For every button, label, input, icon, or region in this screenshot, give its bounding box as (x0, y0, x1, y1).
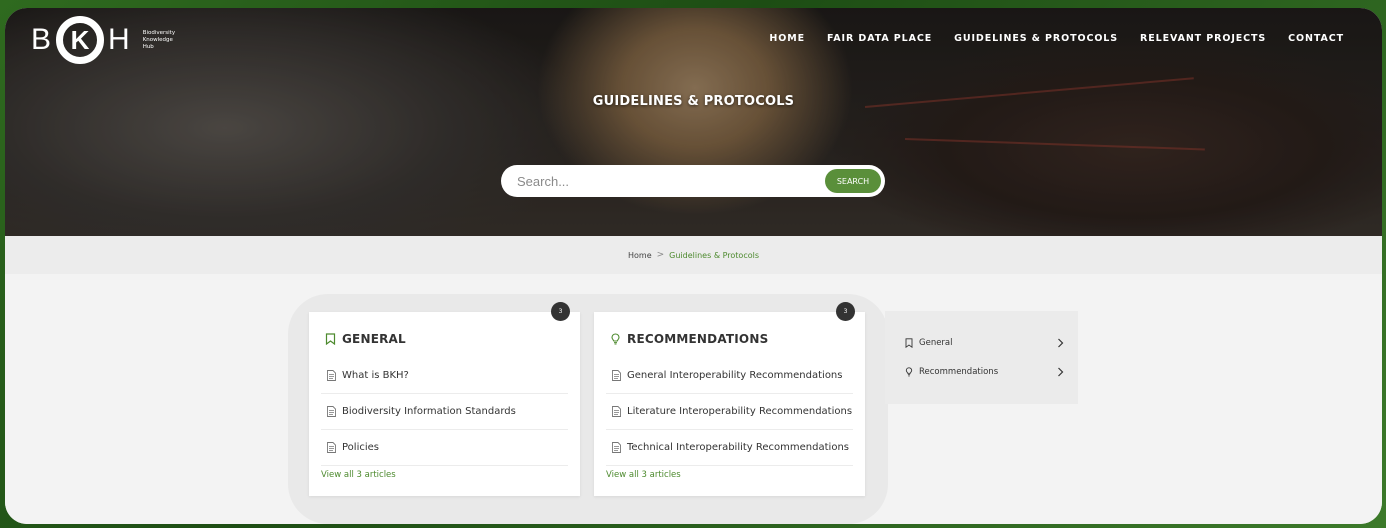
tagline-line: Hub (142, 43, 154, 50)
bookmark-icon (905, 338, 913, 348)
breadcrumb-current: Guidelines & Protocols (669, 250, 759, 260)
breadcrumb: Home > Guidelines & Protocols (5, 236, 1382, 274)
article-item[interactable]: Technical Interoperability Recommendatio… (606, 430, 853, 466)
logo-tagline: Biodiversity Knowledge Hub (143, 30, 193, 51)
breadcrumb-home[interactable]: Home (628, 251, 652, 260)
document-icon (612, 406, 621, 417)
article-count-badge: 3 (551, 302, 570, 321)
document-icon (327, 442, 336, 453)
sidebar-item-recommendations[interactable]: Recommendations (905, 364, 1064, 380)
chevron-right-icon (1058, 367, 1064, 377)
category-sidebar: General Recommendations (885, 311, 1078, 404)
search-bar: SEARCH (501, 165, 885, 197)
category-card-recommendations: 3 RECOMMENDATIONS General Interoperabili… (594, 302, 865, 496)
sidebar-item-label: General (919, 338, 953, 348)
nav-contact[interactable]: CONTACT (1288, 33, 1344, 44)
logo-letter-h: H (108, 23, 131, 56)
nav-fair-data-place[interactable]: FAIR DATA PLACE (827, 33, 932, 44)
article-title: Literature Interoperability Recommendati… (627, 406, 853, 417)
page-frame: B K H Biodiversity Knowledge Hub HOME FA… (5, 8, 1382, 524)
document-icon (612, 442, 621, 453)
sidebar-item-label: Recommendations (919, 367, 999, 377)
article-title: What is BKH? (342, 370, 409, 381)
lightbulb-icon (611, 333, 620, 345)
article-title: Biodiversity Information Standards (342, 406, 516, 417)
category-title-label: RECOMMENDATIONS (627, 332, 769, 346)
logo-letter-k: K (70, 24, 90, 55)
document-icon (327, 370, 336, 381)
document-icon (612, 370, 621, 381)
article-title: General Interoperability Recommendations (627, 370, 843, 381)
nav-guidelines-protocols[interactable]: GUIDELINES & PROTOCOLS (954, 33, 1118, 44)
article-list: General Interoperability Recommendations… (606, 358, 853, 466)
view-all-link[interactable]: View all 3 articles (321, 470, 396, 480)
article-item[interactable]: Biodiversity Information Standards (321, 394, 568, 430)
document-icon (327, 406, 336, 417)
article-item[interactable]: What is BKH? (321, 358, 568, 394)
chevron-right-icon (1058, 338, 1064, 348)
article-item[interactable]: Policies (321, 430, 568, 466)
nav-relevant-projects[interactable]: RELEVANT PROJECTS (1140, 33, 1266, 44)
article-count-badge: 3 (836, 302, 855, 321)
logo-letter-b: B (31, 23, 53, 56)
article-item[interactable]: Literature Interoperability Recommendati… (606, 394, 853, 430)
category-title[interactable]: RECOMMENDATIONS (610, 332, 768, 346)
breadcrumb-separator: > (656, 250, 665, 260)
logo-mark: K (56, 16, 105, 64)
category-title[interactable]: GENERAL (325, 332, 406, 346)
article-title: Technical Interoperability Recommendatio… (627, 442, 849, 453)
view-all-link[interactable]: View all 3 articles (606, 470, 681, 480)
sidebar-item-general[interactable]: General (905, 335, 1064, 351)
main-content: 3 GENERAL What is BKH? Biodiversity Info… (5, 274, 1382, 524)
hero-banner: B K H Biodiversity Knowledge Hub HOME FA… (5, 8, 1382, 236)
nav-home[interactable]: HOME (769, 33, 805, 44)
bkh-logo[interactable]: B K H Biodiversity Knowledge Hub (31, 14, 193, 66)
category-card-general: 3 GENERAL What is BKH? Biodiversity Info… (309, 302, 580, 496)
lightbulb-icon (905, 367, 913, 377)
bookmark-icon (325, 333, 336, 345)
tagline-line: Knowledge (142, 36, 173, 43)
tagline-line: Biodiversity (142, 29, 176, 36)
article-list: What is BKH? Biodiversity Information St… (321, 358, 568, 466)
main-nav: HOME FAIR DATA PLACE GUIDELINES & PROTOC… (769, 33, 1344, 44)
article-item[interactable]: General Interoperability Recommendations (606, 358, 853, 394)
article-title: Policies (342, 442, 379, 453)
category-title-label: GENERAL (342, 332, 406, 346)
page-title: GUIDELINES & PROTOCOLS (592, 94, 795, 109)
search-button[interactable]: SEARCH (825, 169, 881, 193)
